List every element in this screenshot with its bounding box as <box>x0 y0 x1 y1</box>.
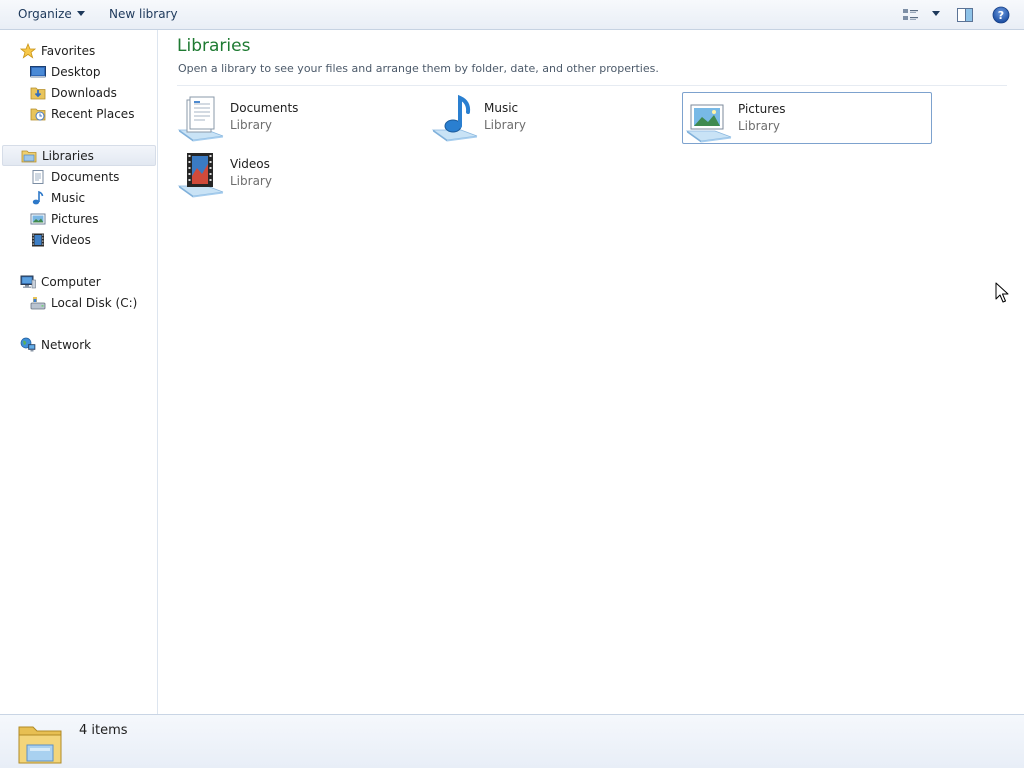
star-icon <box>20 42 36 59</box>
nav-network[interactable]: Network <box>0 334 156 355</box>
library-type: Library <box>484 118 526 132</box>
libraries-icon <box>21 148 37 164</box>
nav-label: Favorites <box>41 43 96 58</box>
recent-places-icon <box>30 106 46 122</box>
library-type: Library <box>738 119 780 133</box>
library-tile-documents[interactable]: Documents Library <box>176 91 426 143</box>
nav-label: Network <box>41 337 92 352</box>
library-name: Music <box>484 101 519 115</box>
library-tile-music[interactable]: Music Library <box>430 91 680 143</box>
nav-recent-places[interactable]: Recent Places <box>0 103 156 124</box>
page-subtitle: Open a library to see your files and arr… <box>178 62 659 75</box>
nav-label: Desktop <box>51 64 101 79</box>
pictures-icon <box>30 211 46 227</box>
page-title: Libraries <box>177 36 251 56</box>
music-icon <box>30 190 46 206</box>
details-pane: 4 items <box>0 714 1024 768</box>
nav-libraries[interactable]: Libraries <box>2 145 156 166</box>
preview-pane-icon[interactable] <box>956 0 974 29</box>
nav-label: Documents <box>51 169 120 184</box>
library-name: Pictures <box>738 102 786 116</box>
nav-documents[interactable]: Documents <box>0 166 156 187</box>
content-pane: Libraries Open a library to see your fil… <box>159 30 1024 714</box>
nav-label: Libraries <box>42 148 94 163</box>
change-view-icon[interactable] <box>902 0 920 29</box>
item-count: 4 items <box>79 723 128 738</box>
pictures-library-icon <box>685 95 733 143</box>
nav-label: Recent Places <box>51 106 135 121</box>
nav-label: Downloads <box>51 85 117 100</box>
local-disk-icon <box>30 295 46 311</box>
library-type: Library <box>230 174 272 188</box>
downloads-icon <box>30 85 46 101</box>
nav-local-disk[interactable]: Local Disk (C:) <box>0 292 156 313</box>
documents-icon <box>30 169 46 185</box>
divider <box>177 85 1007 86</box>
library-tile-videos[interactable]: Videos Library <box>176 147 426 199</box>
music-library-icon <box>431 94 479 142</box>
documents-library-icon <box>177 94 225 142</box>
library-name: Documents <box>230 101 299 115</box>
videos-library-icon <box>177 150 225 198</box>
nav-label: Computer <box>41 274 101 289</box>
svg-text:?: ? <box>998 9 1004 22</box>
library-name: Videos <box>230 157 270 171</box>
explorer-window: Organize New library ? Favorites Desktop… <box>0 0 1024 768</box>
help-icon[interactable]: ? <box>992 0 1010 29</box>
organize-button[interactable]: Organize <box>18 0 85 29</box>
new-library-button[interactable]: New library <box>109 0 178 29</box>
chevron-down-icon <box>76 11 85 16</box>
nav-computer[interactable]: Computer <box>0 271 156 292</box>
nav-label: Music <box>51 190 86 205</box>
nav-pictures[interactable]: Pictures <box>0 208 156 229</box>
libraries-folder-icon <box>17 719 65 767</box>
nav-favorites[interactable]: Favorites <box>0 40 156 61</box>
nav-videos[interactable]: Videos <box>0 229 156 250</box>
nav-label: Videos <box>51 232 91 247</box>
organize-label: Organize <box>18 7 72 21</box>
nav-label: Local Disk (C:) <box>51 295 138 310</box>
nav-downloads[interactable]: Downloads <box>0 82 156 103</box>
views-menu-button[interactable] <box>927 0 940 29</box>
new-library-label: New library <box>109 7 178 21</box>
videos-icon <box>30 232 46 248</box>
library-tile-pictures[interactable]: Pictures Library <box>682 92 932 144</box>
nav-music[interactable]: Music <box>0 187 156 208</box>
computer-icon <box>20 274 36 290</box>
command-bar: Organize New library ? <box>0 0 1024 30</box>
library-type: Library <box>230 118 272 132</box>
nav-label: Pictures <box>51 211 99 226</box>
network-icon <box>20 337 36 353</box>
navigation-pane: Favorites Desktop Downloads Recent Place… <box>0 30 158 714</box>
desktop-icon <box>30 64 46 80</box>
nav-desktop[interactable]: Desktop <box>0 61 156 82</box>
chevron-down-icon <box>932 11 940 16</box>
mouse-cursor-icon <box>995 282 1009 304</box>
